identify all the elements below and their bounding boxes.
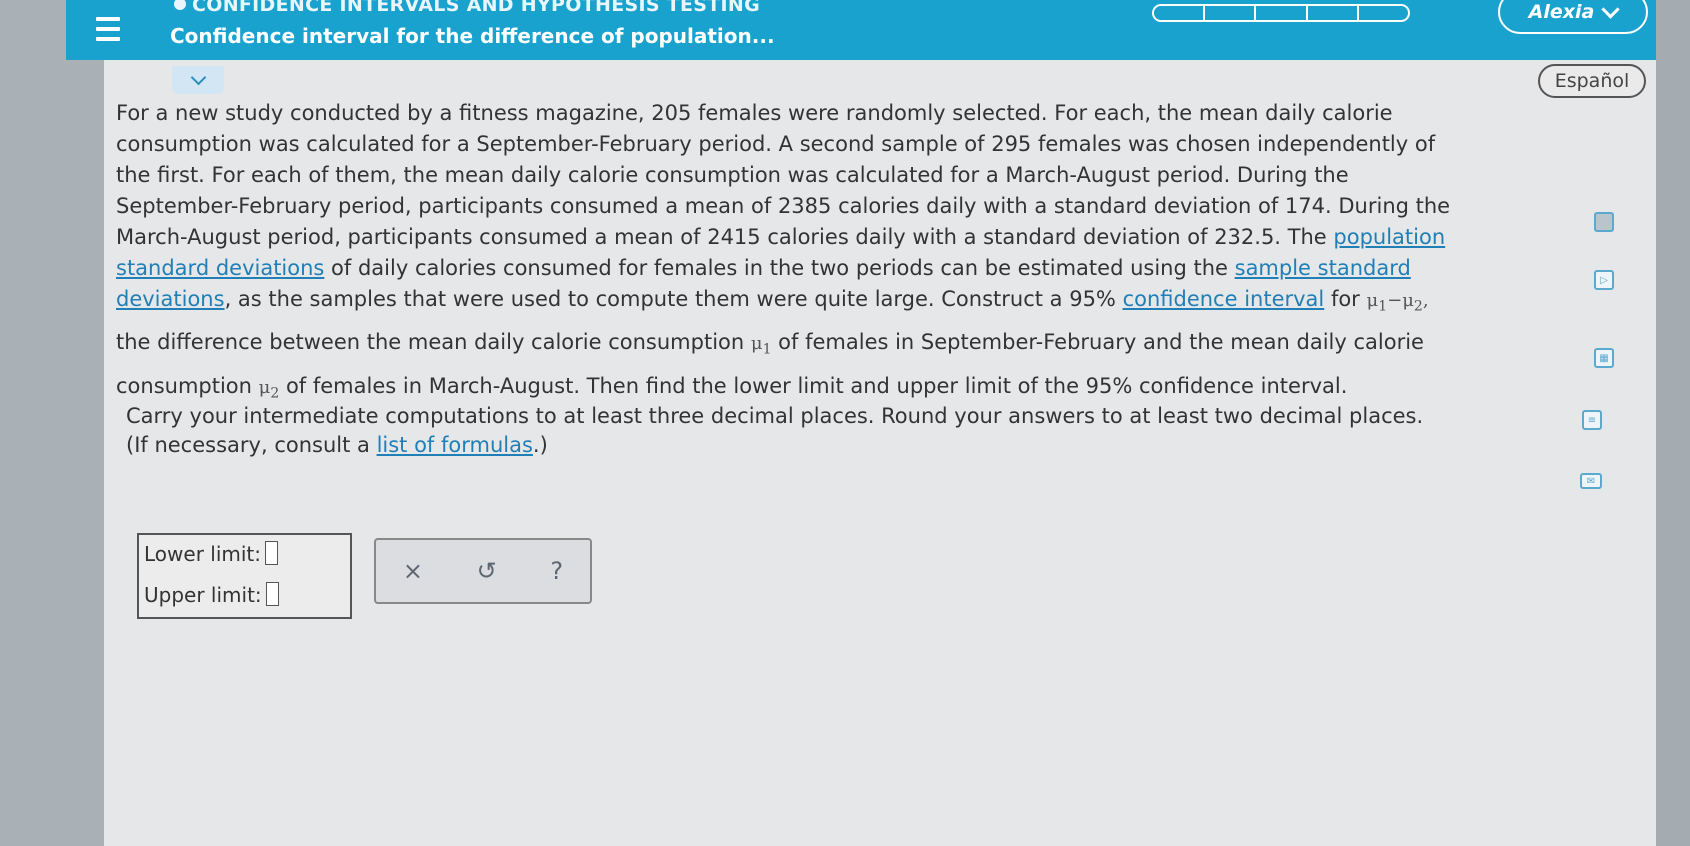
progress-segment bbox=[1256, 6, 1308, 20]
video-icon[interactable]: ▷ bbox=[1594, 270, 1614, 290]
language-button[interactable]: Español bbox=[1538, 64, 1646, 98]
main-panel: Español For a new study conducted by a f… bbox=[104, 60, 1656, 846]
link-standard-deviations[interactable]: standard deviations bbox=[116, 256, 324, 280]
mu1-minus-mu2: μ1−μ2, bbox=[1366, 290, 1429, 315]
problem-line: For a new study conducted by a fitness m… bbox=[116, 101, 1393, 125]
help-button[interactable]: ? bbox=[550, 557, 563, 585]
mu2: μ2 bbox=[258, 377, 280, 402]
lesson-subtitle: Confidence interval for the difference o… bbox=[170, 24, 775, 48]
mu1: μ1 bbox=[750, 332, 772, 358]
upper-limit-row: Upper limit: bbox=[144, 582, 279, 607]
link-sample-standard[interactable]: sample standard bbox=[1235, 256, 1411, 280]
glossary-icon[interactable]: ≡ bbox=[1582, 410, 1602, 430]
link-population[interactable]: population bbox=[1333, 225, 1445, 249]
topic-dot-icon bbox=[174, 0, 186, 10]
problem-line: September-February period, participants … bbox=[116, 194, 1451, 218]
problem-statement: For a new study conducted by a fitness m… bbox=[116, 98, 1516, 410]
problem-line: the difference between the mean daily ca… bbox=[116, 329, 1424, 358]
background-right bbox=[1650, 0, 1690, 846]
lower-limit-input[interactable] bbox=[265, 541, 279, 565]
progress-segment bbox=[1359, 6, 1408, 20]
collapse-toggle[interactable] bbox=[172, 66, 224, 94]
user-menu-button[interactable]: Alexia bbox=[1498, 0, 1648, 34]
instructions: Carry your intermediate computations to … bbox=[126, 402, 1526, 460]
user-name: Alexia bbox=[1528, 1, 1595, 23]
upper-limit-label: Upper limit: bbox=[144, 583, 262, 607]
calculator-icon[interactable] bbox=[1594, 212, 1614, 232]
upper-limit-input[interactable] bbox=[265, 582, 279, 606]
problem-line: standard deviations of daily calories co… bbox=[116, 256, 1411, 280]
action-toolbar: × ↺ ? bbox=[374, 538, 592, 604]
chevron-down-icon bbox=[1601, 0, 1621, 19]
instructions-line: Carry your intermediate computations to … bbox=[126, 404, 1424, 428]
header-bar: CONFIDENCE INTERVALS AND HYPOTHESIS TEST… bbox=[66, 0, 1656, 60]
instructions-line: (If necessary, consult a list of formula… bbox=[126, 433, 548, 457]
chevron-down-icon bbox=[190, 69, 206, 85]
link-list-of-formulas[interactable]: list of formulas bbox=[377, 433, 533, 457]
progress-segment bbox=[1205, 6, 1257, 20]
problem-line: consumption was calculated for a Septemb… bbox=[116, 132, 1436, 156]
progress-bar bbox=[1152, 4, 1410, 22]
problem-line: the first. For each of them, the mean da… bbox=[116, 163, 1349, 187]
undo-button[interactable]: ↺ bbox=[477, 557, 497, 585]
progress-segment bbox=[1308, 6, 1359, 20]
topic-title: CONFIDENCE INTERVALS AND HYPOTHESIS TEST… bbox=[174, 0, 760, 16]
menu-icon[interactable] bbox=[96, 17, 120, 41]
problem-line: March-August period, participants consum… bbox=[116, 225, 1446, 249]
clear-button[interactable]: × bbox=[403, 557, 423, 585]
link-deviations[interactable]: deviations bbox=[116, 287, 225, 311]
mail-icon[interactable]: ✉ bbox=[1580, 473, 1602, 489]
background-left bbox=[0, 0, 104, 846]
lower-limit-label: Lower limit: bbox=[144, 542, 262, 566]
progress-segment bbox=[1154, 6, 1206, 20]
data-table-icon[interactable]: ▦ bbox=[1594, 348, 1614, 368]
lower-limit-row: Lower limit: bbox=[144, 541, 279, 566]
problem-line: deviations, as the samples that were use… bbox=[116, 287, 1429, 315]
answer-box: Lower limit: Upper limit: bbox=[137, 533, 352, 619]
link-confidence-interval[interactable]: confidence interval bbox=[1123, 287, 1325, 311]
